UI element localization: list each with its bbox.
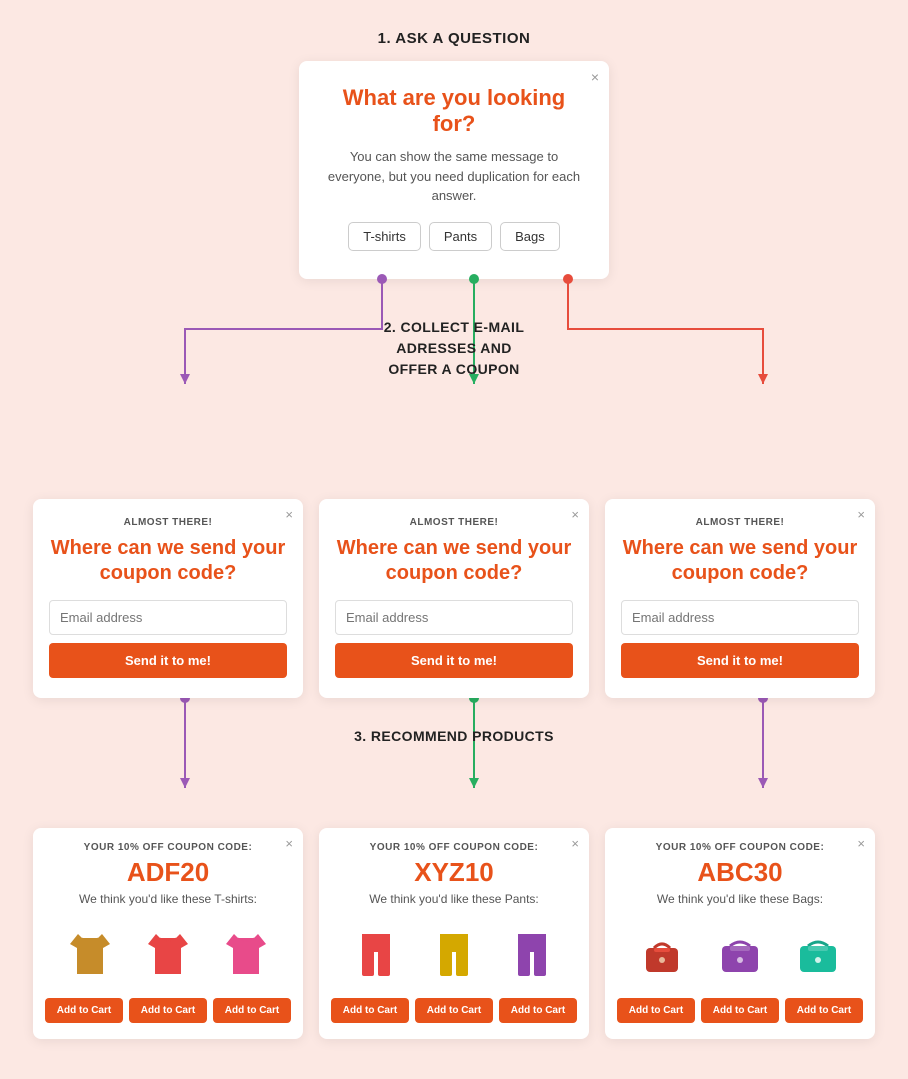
- product-card-3-close[interactable]: ×: [857, 836, 865, 851]
- email-cards-row: × Almost There! Where can we send your c…: [20, 499, 888, 698]
- answer-tshirts[interactable]: T-shirts: [348, 222, 421, 251]
- send-btn-3[interactable]: Send it to me!: [621, 643, 859, 678]
- product-card-2-code: XYZ10: [331, 857, 577, 888]
- question-card-subtitle: You can show the same message to everyon…: [327, 147, 581, 206]
- answer-pants[interactable]: Pants: [429, 222, 492, 251]
- product-card-2-think: We think you'd like these Pants:: [331, 892, 577, 906]
- step2-label: 2. COLLECT E-MAILADRESSES ANDOFFER A COU…: [384, 317, 525, 380]
- add-to-cart-tshirt-3[interactable]: Add to Cart: [213, 998, 291, 1023]
- product-img-pants-yellow: [418, 918, 490, 990]
- send-btn-1[interactable]: Send it to me!: [49, 643, 287, 678]
- email-card-3-close[interactable]: ×: [857, 507, 865, 522]
- product-images-pants: [331, 918, 577, 990]
- flow-connectors-1: [20, 269, 908, 499]
- email-card-2-close[interactable]: ×: [571, 507, 579, 522]
- question-card-title: What are you looking for?: [327, 85, 581, 137]
- product-card-pants: × Your 10% Off Coupon Code: XYZ10 We thi…: [319, 828, 589, 1039]
- send-btn-2[interactable]: Send it to me!: [335, 643, 573, 678]
- email-card-bags: × Almost There! Where can we send your c…: [605, 499, 875, 698]
- product-img-pants-purple: [496, 918, 568, 990]
- product-card-3-think: We think you'd like these Bags:: [617, 892, 863, 906]
- product-img-pants-red: [340, 918, 412, 990]
- product-card-3-code: ABC30: [617, 857, 863, 888]
- product-card-1-close[interactable]: ×: [285, 836, 293, 851]
- email-card-1-almost: Almost There!: [49, 517, 287, 528]
- add-to-cart-tshirt-1[interactable]: Add to Cart: [45, 998, 123, 1023]
- email-card-2-almost: Almost There!: [335, 517, 573, 528]
- step3-label: 3. RECOMMEND PRODUCTS: [354, 728, 554, 744]
- email-card-pants: × Almost There! Where can we send your c…: [319, 499, 589, 698]
- email-card-3-almost: Almost There!: [621, 517, 859, 528]
- question-card-close[interactable]: ×: [591, 69, 599, 85]
- product-card-1-code: ADF20: [45, 857, 291, 888]
- product-img-tshirt-pink: [210, 918, 282, 990]
- product-img-tshirt-red: [132, 918, 204, 990]
- question-card: × What are you looking for? You can show…: [299, 61, 609, 279]
- step1-label: 1. Ask a Question: [20, 30, 888, 47]
- add-to-cart-pants-1[interactable]: Add to Cart: [331, 998, 409, 1023]
- add-to-cart-row-1: Add to Cart Add to Cart Add to Cart: [45, 998, 291, 1023]
- product-images-bags: [617, 918, 863, 990]
- email-card-3-title: Where can we send your coupon code?: [621, 536, 859, 586]
- add-to-cart-tshirt-2[interactable]: Add to Cart: [129, 998, 207, 1023]
- flow-connectors-2: [20, 698, 908, 828]
- product-card-2-close[interactable]: ×: [571, 836, 579, 851]
- product-images-tshirts: [45, 918, 291, 990]
- product-cards-row: × Your 10% Off Coupon Code: ADF20 We thi…: [20, 828, 888, 1039]
- add-to-cart-row-2: Add to Cart Add to Cart Add to Cart: [331, 998, 577, 1023]
- product-card-3-label: Your 10% Off Coupon Code:: [617, 842, 863, 853]
- add-to-cart-bags-1[interactable]: Add to Cart: [617, 998, 695, 1023]
- product-img-bag-purple: [704, 918, 776, 990]
- email-card-1-title: Where can we send your coupon code?: [49, 536, 287, 586]
- product-img-bag-red: [626, 918, 698, 990]
- product-card-bags: × Your 10% Off Coupon Code: ABC30 We thi…: [605, 828, 875, 1039]
- add-to-cart-bags-3[interactable]: Add to Cart: [785, 998, 863, 1023]
- product-card-1-label: Your 10% Off Coupon Code:: [45, 842, 291, 853]
- answer-bags[interactable]: Bags: [500, 222, 560, 251]
- product-img-bag-teal: [782, 918, 854, 990]
- product-card-tshirts: × Your 10% Off Coupon Code: ADF20 We thi…: [33, 828, 303, 1039]
- product-card-2-label: Your 10% Off Coupon Code:: [331, 842, 577, 853]
- email-input-1[interactable]: [49, 600, 287, 635]
- email-input-3[interactable]: [621, 600, 859, 635]
- product-card-1-think: We think you'd like these T-shirts:: [45, 892, 291, 906]
- email-input-2[interactable]: [335, 600, 573, 635]
- product-img-tshirt-brown: [54, 918, 126, 990]
- add-to-cart-bags-2[interactable]: Add to Cart: [701, 998, 779, 1023]
- email-card-tshirts: × Almost There! Where can we send your c…: [33, 499, 303, 698]
- email-card-2-title: Where can we send your coupon code?: [335, 536, 573, 586]
- answer-buttons: T-shirts Pants Bags: [327, 222, 581, 251]
- add-to-cart-pants-3[interactable]: Add to Cart: [499, 998, 577, 1023]
- add-to-cart-row-3: Add to Cart Add to Cart Add to Cart: [617, 998, 863, 1023]
- email-card-1-close[interactable]: ×: [285, 507, 293, 522]
- add-to-cart-pants-2[interactable]: Add to Cart: [415, 998, 493, 1023]
